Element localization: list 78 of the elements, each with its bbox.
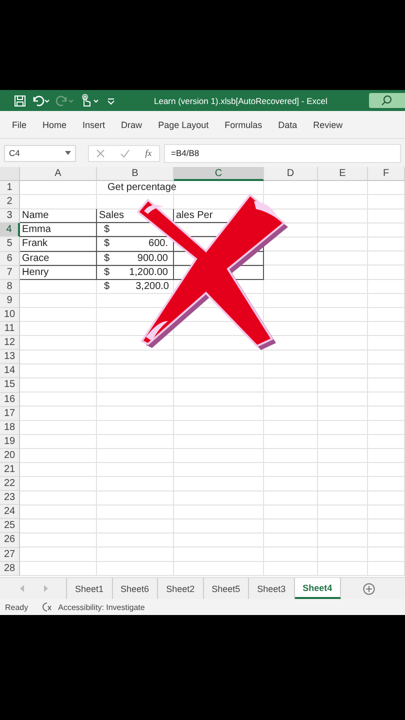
status-text: Ready [5, 602, 28, 612]
row-header[interactable]: 16 [0, 392, 20, 407]
currency-symbol: $ [104, 223, 110, 236]
sheet-tab[interactable]: Sheet4 [294, 578, 342, 599]
column-header[interactable]: B [97, 167, 174, 182]
column-header[interactable]: D [264, 167, 318, 182]
row-header[interactable]: 11 [0, 322, 20, 336]
ribbon-tab[interactable]: Home [34, 120, 75, 130]
row-header[interactable]: 1 [0, 181, 20, 196]
row-header[interactable]: 12 [0, 336, 20, 350]
formula-field[interactable]: =B4/B8 [164, 144, 401, 162]
accessibility-icon[interactable] [41, 602, 54, 612]
row-header[interactable]: 23 [0, 491, 20, 506]
currency-symbol: $ [104, 237, 110, 250]
row-header[interactable]: 3 [0, 209, 20, 224]
ribbon-tab[interactable]: Formulas [216, 120, 270, 130]
cell-reference: C4 [9, 148, 20, 158]
cell-text: Emma [22, 224, 51, 236]
column-header[interactable]: E [318, 167, 368, 182]
add-sheet-icon[interactable] [363, 582, 376, 594]
row-header[interactable]: 14 [0, 364, 20, 378]
row-header[interactable]: 15 [0, 378, 20, 392]
amount: 1,200.00 [129, 266, 168, 279]
row-header[interactable]: 13 [0, 350, 20, 364]
cancel-icon[interactable] [96, 148, 106, 158]
name-box[interactable]: C4 [4, 144, 76, 162]
row-header[interactable]: 18 [0, 420, 20, 435]
amount: 3,200.0 [136, 280, 169, 293]
ribbon-tab[interactable]: Data [270, 120, 306, 130]
row-header[interactable]: 8 [0, 280, 20, 294]
currency-symbol: $ [104, 252, 110, 265]
row-header[interactable]: 26 [0, 533, 20, 548]
row-header[interactable]: 9 [0, 294, 20, 308]
row-header[interactable]: 19 [0, 434, 20, 449]
cell-text: Frank [22, 238, 48, 250]
cell-text: Henry [22, 266, 49, 278]
cell-text: ales Per [176, 210, 213, 222]
row-header[interactable]: 28 [0, 562, 20, 576]
column-header[interactable]: C [174, 167, 264, 182]
accessibility-status[interactable]: Accessibility: Investigate [58, 602, 145, 612]
row-header[interactable]: 25 [0, 519, 20, 534]
ribbon-tab[interactable]: Page Layout [150, 120, 217, 130]
customize-icon[interactable] [106, 96, 116, 106]
window-title: Learn (version 1).xlsb[AutoRecovered] - Excel [154, 96, 328, 106]
row-header[interactable]: 5 [0, 237, 20, 252]
ribbon-tab[interactable]: Review [305, 120, 351, 130]
ribbon-tab[interactable]: Insert [74, 120, 114, 130]
row-header[interactable]: 2 [0, 195, 20, 210]
ribbon-tab[interactable]: File [4, 120, 35, 130]
hand-icon[interactable] [80, 94, 100, 107]
dropdown-icon [65, 151, 71, 155]
currency-symbol: $ [104, 280, 110, 293]
row-header[interactable]: 21 [0, 462, 20, 478]
row-header[interactable]: 6 [0, 252, 20, 266]
amount: 600. [148, 237, 168, 250]
row-header[interactable]: 20 [0, 448, 20, 463]
row-header[interactable]: 17 [0, 406, 20, 421]
row-header[interactable]: 7 [0, 266, 20, 280]
row-header[interactable]: 27 [0, 548, 20, 562]
insert-function-button[interactable]: fx [145, 148, 152, 158]
cell-text: Sales [99, 210, 124, 222]
row-header[interactable]: 10 [0, 308, 20, 322]
search-icon [381, 95, 392, 106]
save-icon[interactable] [14, 94, 26, 106]
ribbon-tab[interactable]: Draw [113, 120, 150, 130]
row-header[interactable]: 22 [0, 477, 20, 492]
column-header[interactable]: F [368, 167, 405, 182]
cell-text: Name [22, 210, 49, 222]
amount: 900.00 [137, 252, 168, 265]
column-header[interactable]: A [20, 167, 97, 182]
row-header[interactable]: 4 [0, 223, 20, 238]
row-header[interactable]: 24 [0, 505, 20, 520]
checkmark-icon[interactable] [120, 148, 130, 158]
undo-icon[interactable] [32, 94, 50, 106]
search-field[interactable] [369, 93, 405, 108]
sheet-title: Get percentage [108, 182, 176, 194]
cell-text: Grace [22, 252, 50, 264]
currency-symbol: $ [104, 266, 110, 279]
